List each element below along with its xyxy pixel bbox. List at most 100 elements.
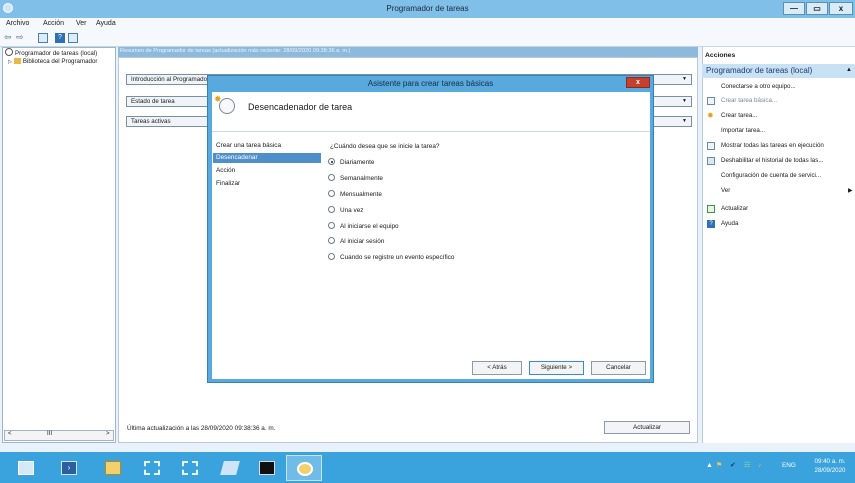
close-button[interactable]: x [829, 2, 853, 15]
step-action[interactable]: Acción [216, 166, 235, 176]
clock-time: 09:40 a. m. [814, 458, 846, 465]
network-icon [144, 461, 160, 475]
action-connect[interactable]: Conectarse a otro equipo... [721, 82, 796, 92]
clock[interactable]: 09:40 a. m. 28/09/2020 [808, 457, 852, 475]
dialog-body [212, 92, 650, 379]
option-label: Mensualmente [340, 191, 382, 198]
file-explorer-icon [105, 461, 121, 475]
option-monthly[interactable]: Mensualmente [328, 189, 382, 200]
back-arrow-icon[interactable]: ⇦ [4, 32, 12, 43]
tray-action-center-icon[interactable]: ✔ [730, 462, 738, 470]
menu-accion[interactable]: Acción [43, 18, 64, 30]
powershell-button[interactable]: › [51, 455, 87, 481]
actions-title: Acciones [705, 52, 736, 59]
option-label: Diariamente [340, 159, 375, 166]
option-label: Al iniciar sesión [340, 238, 385, 245]
action-create-task[interactable]: Crear tarea... [721, 111, 757, 121]
folder-icon [13, 58, 21, 64]
minimize-button[interactable]: — [783, 2, 805, 15]
tools-icon [220, 461, 240, 475]
network-button[interactable] [134, 455, 170, 481]
refresh-button[interactable]: Actualizar [604, 421, 690, 434]
option-on-startup[interactable]: Al iniciarse el equipo [328, 221, 399, 232]
window-title: Programador de tareas [386, 4, 469, 13]
menu-archivo[interactable]: Archivo [6, 18, 29, 30]
scroll-left-arrow[interactable]: < [8, 431, 12, 437]
dialog-close-button[interactable]: x [626, 77, 650, 88]
tray-expand-icon[interactable]: ▲ [706, 462, 714, 470]
tray-volume-icon[interactable]: ♪ [758, 462, 766, 470]
chevron-down-icon[interactable]: ▼ [682, 75, 687, 84]
help-icon: ? [707, 220, 715, 228]
forward-arrow-icon[interactable]: ⇨ [16, 32, 24, 43]
tree-root-label: Programador de tareas (local) [15, 50, 98, 57]
option-on-logon[interactable]: Al iniciar sesión [328, 236, 384, 247]
action-disable-history[interactable]: Deshabilitar el historial de todas las..… [721, 156, 824, 166]
option-daily[interactable]: Diariamente [328, 157, 374, 168]
list-icon [707, 142, 715, 150]
option-label: Semanalmente [340, 175, 383, 182]
action-import-task[interactable]: Importar tarea... [721, 126, 765, 136]
action-create-basic-task[interactable]: Crear tarea básica... [721, 96, 777, 106]
navigation-tree [2, 47, 116, 443]
step-finish[interactable]: Finalizar [216, 179, 240, 189]
tools-button[interactable] [212, 455, 248, 481]
radio-button[interactable] [328, 253, 335, 260]
refresh-icon [707, 205, 715, 213]
wizard-icon [707, 97, 715, 105]
collapse-icon[interactable]: ▲ [846, 67, 852, 73]
radio-button[interactable] [328, 237, 335, 244]
task-scheduler-button[interactable] [286, 455, 322, 481]
menu-ver[interactable]: Ver [76, 18, 87, 30]
section-active-tasks-label: Tareas activas [131, 118, 171, 125]
radio-button[interactable] [328, 174, 335, 181]
option-once[interactable]: Una vez [328, 205, 363, 216]
radio-button[interactable] [328, 206, 335, 213]
next-button[interactable]: Siguiente > [529, 361, 584, 375]
tree-library-label: Biblioteca del Programador [22, 58, 98, 65]
action-show-running[interactable]: Mostrar todas las tareas en ejecución [721, 141, 824, 151]
scroll-right-arrow[interactable]: > [106, 431, 110, 437]
language-indicator[interactable]: ENG [782, 462, 796, 469]
network-alt-button[interactable] [172, 455, 208, 481]
help-icon[interactable]: ? [55, 33, 65, 43]
menu-bar [0, 18, 855, 30]
tree-root[interactable]: Programador de tareas (local) [5, 48, 115, 57]
option-weekly[interactable]: Semanalmente [328, 173, 383, 184]
tray-network-icon[interactable]: ☷ [744, 462, 752, 470]
server-manager-button[interactable] [8, 455, 44, 481]
action-service-account[interactable]: Configuración de cuenta de servici... [721, 171, 821, 181]
action-help[interactable]: Ayuda [721, 219, 738, 229]
chevron-down-icon[interactable]: ▼ [682, 117, 687, 126]
tree-library[interactable]: ▷ Biblioteca del Programador [8, 57, 115, 66]
dialog-title: Asistente para crear tareas básicas [367, 79, 494, 88]
option-label: Al iniciarse el equipo [340, 223, 399, 230]
action-refresh[interactable]: Actualizar [721, 204, 748, 214]
chevron-down-icon[interactable]: ▼ [682, 97, 687, 106]
console-tree-icon[interactable] [38, 33, 48, 43]
action-view[interactable]: Ver [721, 186, 730, 196]
radio-button[interactable] [328, 190, 335, 197]
tray-flag-icon[interactable]: ⚑ [716, 462, 724, 470]
maximize-button[interactable]: ▭ [806, 2, 828, 15]
trigger-question: ¿Cuándo desea que se inicie la tarea? [330, 143, 440, 150]
scroll-thumb[interactable]: III [47, 431, 52, 437]
expand-icon[interactable]: ▷ [8, 59, 12, 65]
option-label: Cuando se registre un evento específico [340, 254, 455, 261]
dialog-heading: Desencadenador de tarea [248, 102, 353, 112]
back-button[interactable]: < Atrás [472, 361, 522, 375]
toolbar [0, 30, 855, 47]
action-pane-icon[interactable] [68, 33, 78, 43]
file-explorer-button[interactable] [95, 455, 131, 481]
option-on-event[interactable]: Cuando se registre un evento específico [328, 252, 454, 263]
horizontal-scrollbar[interactable] [4, 430, 114, 441]
step-create-basic-task[interactable]: Crear una tarea básica [216, 141, 281, 151]
cancel-button[interactable]: Cancelar [591, 361, 646, 375]
radio-button[interactable] [328, 222, 335, 229]
command-prompt-button[interactable] [249, 455, 285, 481]
radio-button[interactable] [328, 158, 335, 165]
menu-ayuda[interactable]: Ayuda [96, 18, 116, 30]
step-trigger[interactable]: Desencadenar [213, 153, 321, 163]
last-update-text: Última actualización a las 28/09/2020 09… [127, 425, 276, 432]
command-prompt-icon [259, 461, 275, 475]
